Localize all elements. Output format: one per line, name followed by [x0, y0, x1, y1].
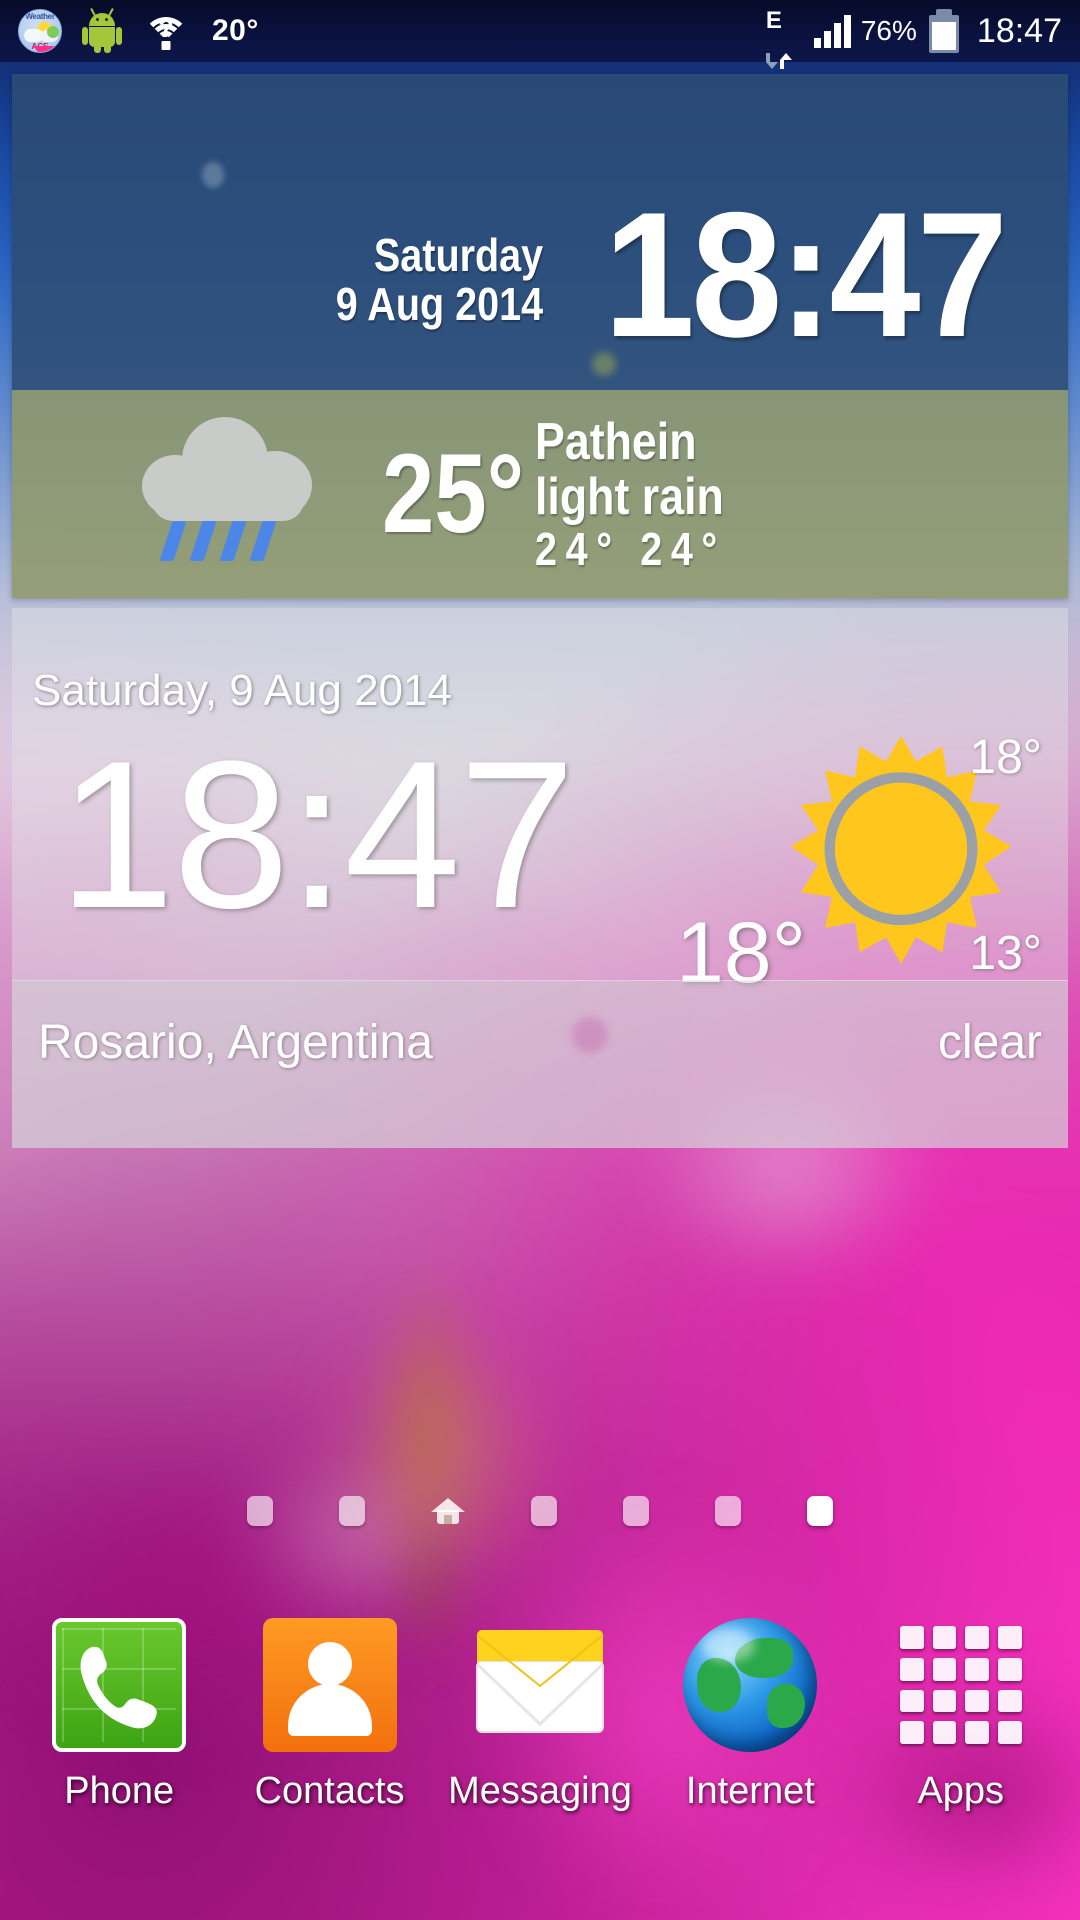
big-clock-temperature-low: 13°	[969, 927, 1042, 980]
weather-city: Pathein	[535, 412, 697, 471]
wifi-question-icon: ?	[142, 11, 190, 51]
signal-strength-icon	[813, 14, 851, 48]
status-clock: 18:47	[976, 11, 1062, 50]
big-clock-time: 18:47	[58, 717, 576, 952]
big-clock-footer[interactable]: Rosario, Argentina clear	[12, 980, 1068, 1148]
weather-ace-icon: Weather ACE	[18, 9, 62, 53]
weather-info-block: Pathein light rain 24° 24°	[535, 412, 757, 575]
status-bar-right: E 76% 18:47	[762, 9, 1080, 69]
dock: Phone Contacts Messaging Internet Apps	[0, 1600, 1080, 1920]
dock-label-messaging: Messaging	[448, 1770, 632, 1812]
edge-network-icon: E	[762, 9, 804, 69]
dock-label-contacts: Contacts	[254, 1770, 405, 1812]
dock-item-messaging[interactable]: Messaging	[442, 1600, 638, 1813]
battery-percent: 76%	[860, 15, 917, 46]
page-dot-7-active[interactable]	[807, 1496, 833, 1526]
dock-item-phone[interactable]: Phone	[21, 1600, 217, 1813]
dock-label-internet: Internet	[685, 1770, 815, 1812]
clock-weather-widget[interactable]: Saturday 9 Aug 2014 18:47 25° Pathein li…	[12, 74, 1068, 598]
widget-time-label: 18:47	[603, 175, 1008, 375]
contacts-icon[interactable]	[262, 1618, 397, 1752]
widget-date-block: Saturday 9 Aug 2014	[302, 228, 543, 348]
dock-item-apps[interactable]: Apps	[863, 1600, 1059, 1813]
clock-widget-top-panel[interactable]: Saturday 9 Aug 2014 18:47	[12, 74, 1068, 390]
weather-high-low: 24° 24°	[535, 522, 727, 575]
android-icon	[82, 7, 122, 53]
page-dot-1[interactable]	[247, 1496, 273, 1526]
page-dot-5[interactable]	[623, 1496, 649, 1526]
page-dot-4[interactable]	[531, 1496, 557, 1526]
big-clock-condition: clear	[937, 1016, 1042, 1069]
weather-temperature: 25°	[382, 431, 525, 556]
widget-day-label: Saturday	[373, 228, 543, 281]
status-bar-left: Weather ACE ? 20°	[0, 7, 762, 53]
big-clock-temperature-high: 18°	[969, 731, 1042, 784]
status-temperature: 20°	[212, 14, 259, 47]
dock-item-contacts[interactable]: Contacts	[232, 1600, 428, 1813]
dock-item-internet[interactable]: Internet	[652, 1600, 848, 1813]
page-home-icon[interactable]	[431, 1496, 465, 1526]
big-clock-date: Saturday, 9 Aug 2014	[32, 666, 452, 715]
page-indicator[interactable]	[0, 1486, 1080, 1536]
dock-label-apps: Apps	[917, 1770, 1005, 1812]
battery-icon	[927, 9, 961, 53]
page-dot-2[interactable]	[339, 1496, 365, 1526]
weather-widget-bottom-panel[interactable]: 25° Pathein light rain 24° 24°	[12, 390, 1068, 598]
big-clock-weather-widget[interactable]: Saturday, 9 Aug 2014 18:47 18° 18° 13° R…	[12, 608, 1068, 1148]
dock-label-phone: Phone	[64, 1770, 175, 1812]
globe-icon[interactable]	[683, 1618, 818, 1752]
messaging-icon[interactable]	[473, 1618, 607, 1752]
phone-icon[interactable]	[52, 1618, 187, 1752]
rain-cloud-icon	[142, 409, 372, 579]
status-bar[interactable]: Weather ACE ? 20° E 76% 18:47	[0, 0, 1080, 69]
page-dot-6[interactable]	[715, 1496, 741, 1526]
big-clock-location: Rosario, Argentina	[38, 1016, 433, 1069]
weather-condition: light rain	[535, 467, 725, 526]
widget-date-label: 9 Aug 2014	[335, 278, 543, 331]
apps-grid-icon[interactable]	[894, 1618, 1028, 1752]
